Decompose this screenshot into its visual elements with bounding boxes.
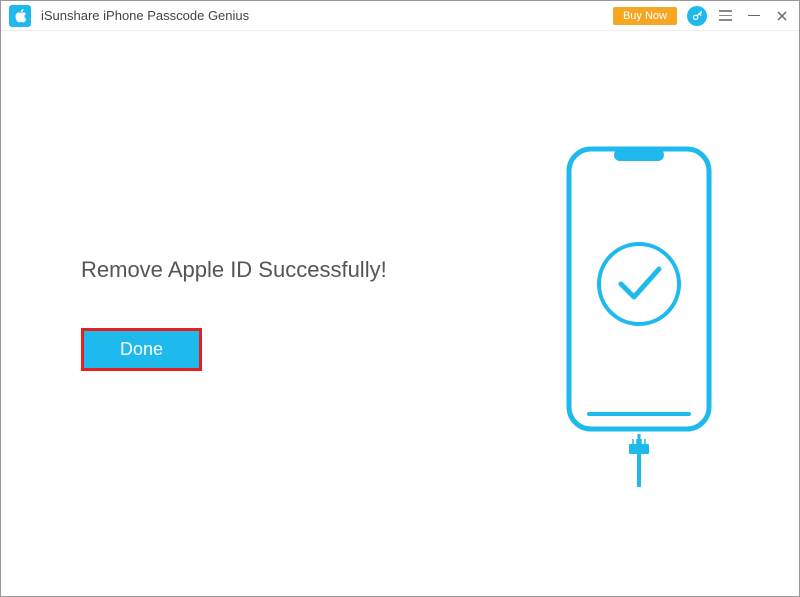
app-title: iSunshare iPhone Passcode Genius <box>41 8 613 23</box>
close-icon[interactable] <box>773 7 791 25</box>
titlebar: iSunshare iPhone Passcode Genius Buy Now <box>1 1 799 31</box>
minimize-icon[interactable] <box>745 7 763 25</box>
right-panel <box>539 139 739 489</box>
titlebar-controls: Buy Now <box>613 6 791 26</box>
success-message: Remove Apple ID Successfully! <box>81 257 499 283</box>
main-content: Remove Apple ID Successfully! Done <box>1 31 799 596</box>
left-panel: Remove Apple ID Successfully! Done <box>81 257 539 371</box>
phone-success-illustration <box>559 139 719 489</box>
app-logo-icon <box>9 5 31 27</box>
app-window: iSunshare iPhone Passcode Genius Buy Now <box>0 0 800 597</box>
buy-now-button[interactable]: Buy Now <box>613 7 677 25</box>
key-icon[interactable] <box>687 6 707 26</box>
done-button[interactable]: Done <box>84 331 199 368</box>
menu-icon[interactable] <box>717 7 735 25</box>
done-highlight-border: Done <box>81 328 202 371</box>
